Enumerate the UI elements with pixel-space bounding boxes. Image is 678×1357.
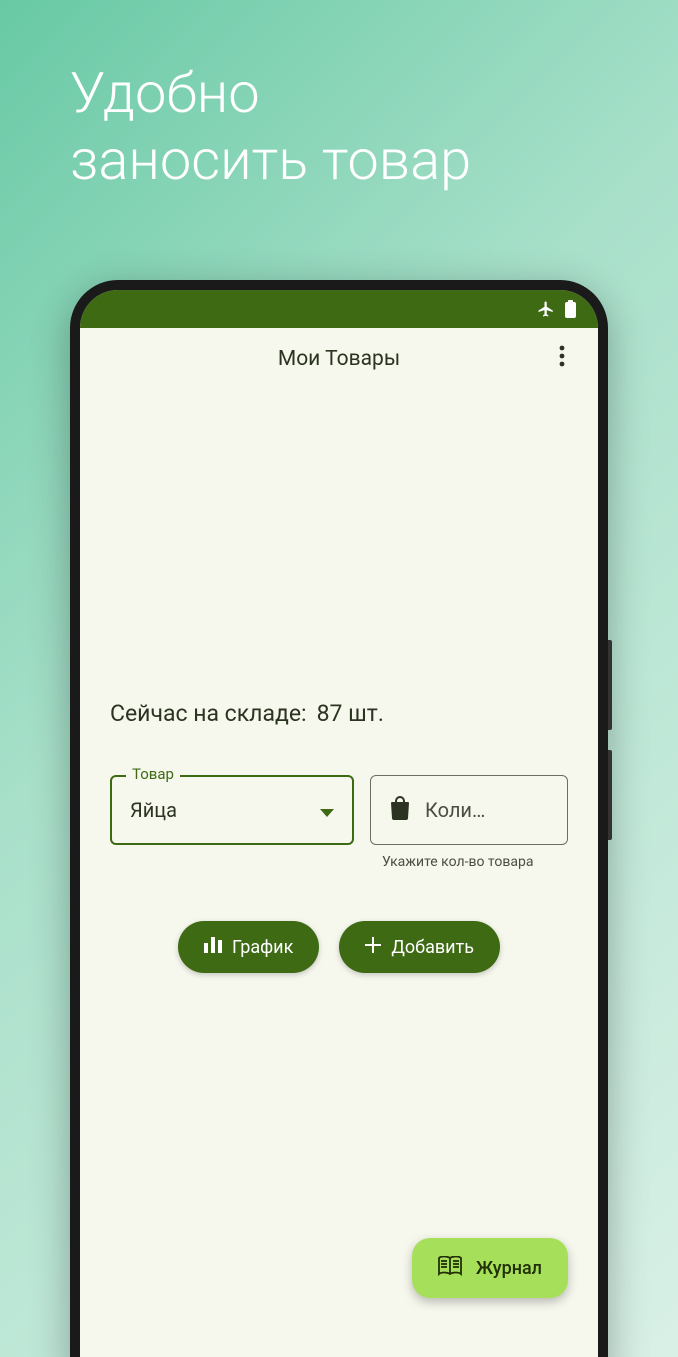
screen: Мои Товары Сейчас на складе: 87 шт. Това… <box>80 290 598 1357</box>
quantity-helper-text: Укажите кол-во товара <box>382 853 552 871</box>
stock-summary: Сейчас на складе: 87 шт. <box>110 700 568 727</box>
promo-line-2: заносить товар <box>70 127 471 194</box>
product-select[interactable]: Товар Яйца <box>110 775 354 845</box>
add-button-label: Добавить <box>391 937 474 958</box>
plus-icon <box>365 937 381 958</box>
device-frame: Мои Товары Сейчас на складе: 87 шт. Това… <box>70 280 608 1357</box>
product-select-label: Товар <box>126 765 180 783</box>
chart-button-label: График <box>232 937 293 958</box>
device-side-button <box>608 750 612 840</box>
more-menu-button[interactable] <box>542 339 582 379</box>
stock-label: Сейчас на складе: <box>110 700 307 727</box>
app-bar: Мои Товары <box>80 328 598 390</box>
chart-button[interactable]: График <box>178 921 319 973</box>
bar-chart-icon <box>204 937 222 958</box>
book-icon <box>438 1256 462 1281</box>
journal-fab-label: Журнал <box>476 1258 542 1279</box>
bag-icon <box>389 796 411 825</box>
quantity-input[interactable]: Коли… <box>370 775 568 845</box>
promo-line-1: Удобно <box>70 60 471 127</box>
stock-value: 87 шт. <box>317 700 384 727</box>
quantity-placeholder: Коли… <box>425 798 549 822</box>
form-row: Товар Яйца Коли… Укажите кол-во товара <box>110 775 568 871</box>
promo-headline: Удобно заносить товар <box>70 60 471 194</box>
dropdown-arrow-icon <box>320 798 334 822</box>
add-button[interactable]: Добавить <box>339 921 500 973</box>
page-title: Мои Товары <box>278 347 400 371</box>
status-bar <box>80 290 598 328</box>
product-select-value: Яйца <box>130 798 177 822</box>
airplane-mode-icon <box>537 300 555 318</box>
battery-icon <box>565 300 576 318</box>
journal-fab[interactable]: Журнал <box>412 1238 568 1298</box>
action-buttons-row: График Добавить <box>110 921 568 973</box>
more-vert-icon <box>559 345 565 373</box>
quantity-column: Коли… Укажите кол-во товара <box>370 775 568 871</box>
device-side-button <box>608 640 612 730</box>
content-area: Сейчас на складе: 87 шт. Товар Яйца <box>80 390 598 1357</box>
